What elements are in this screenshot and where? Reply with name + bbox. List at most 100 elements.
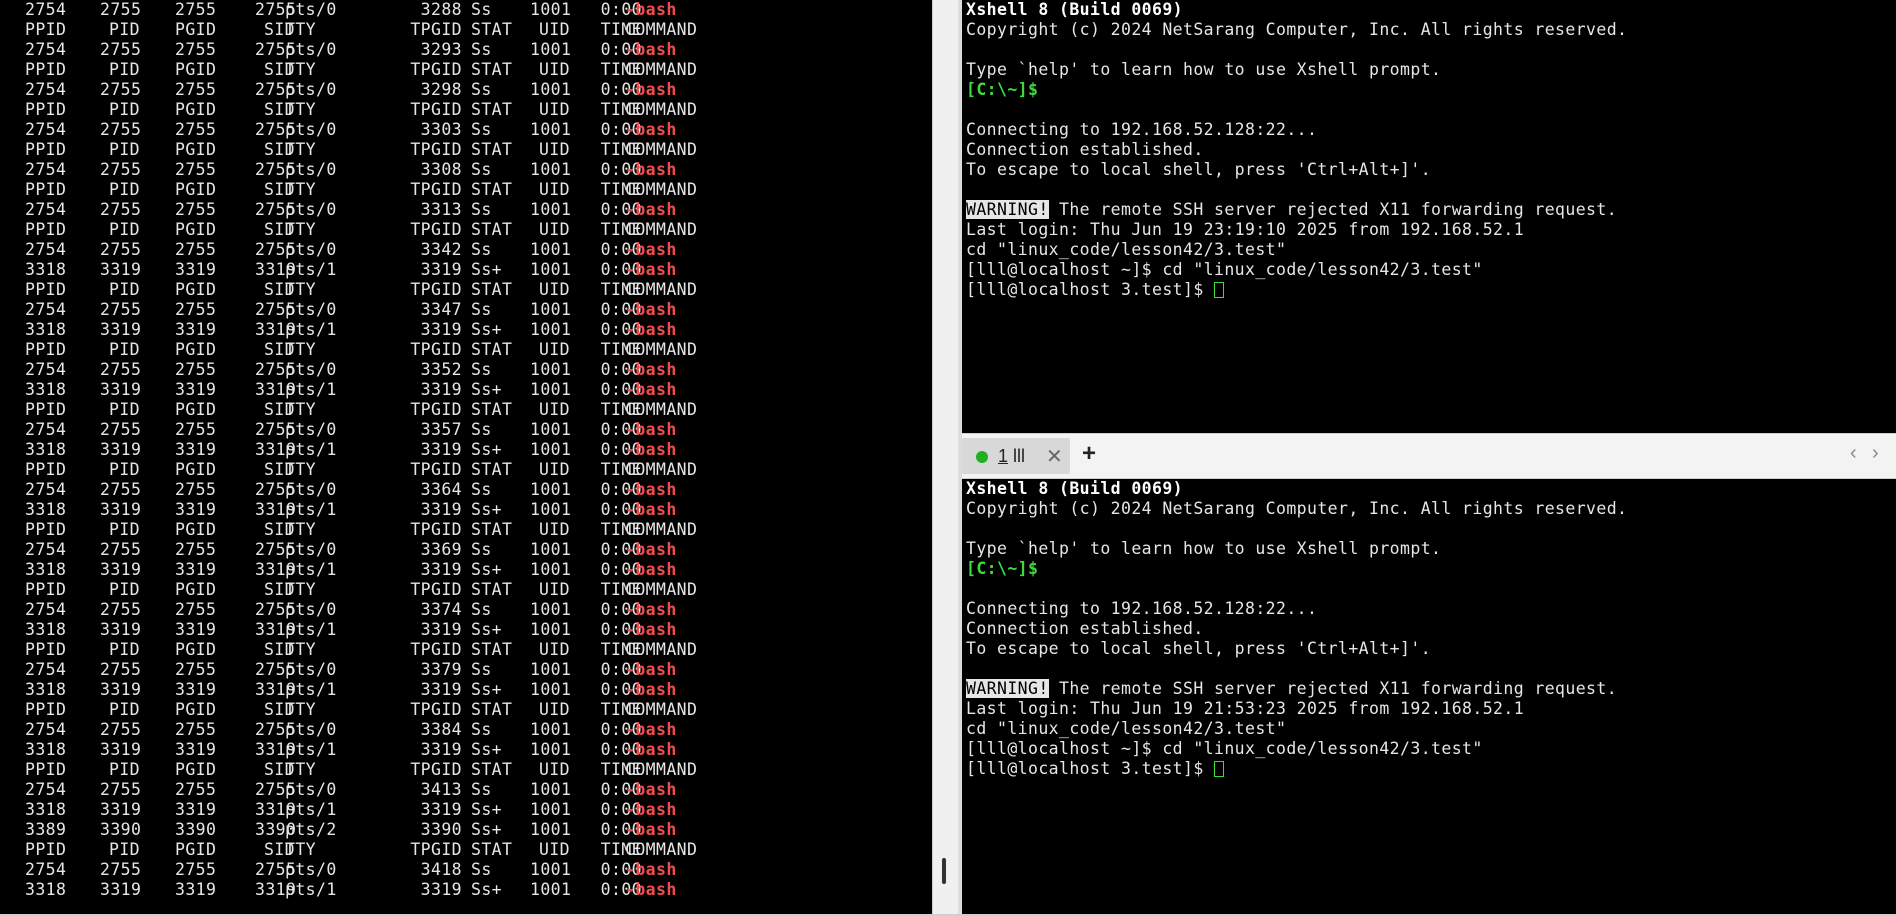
ps-cell-pid: 2755 xyxy=(100,160,142,179)
ps-cell-stat: Ss xyxy=(471,360,492,379)
ps-cell-cmd: COMMAND xyxy=(625,180,698,199)
ps-cell-tpgid: TPGID xyxy=(410,520,462,539)
chevron-left-icon[interactable]: ‹ xyxy=(1850,442,1857,465)
ps-cell-pgid: PGID xyxy=(175,760,217,779)
ps-header-row: PPID PID PGID SID TTY TPGID STAT UID TIME COMMAND xyxy=(25,340,915,360)
ps-cell-tpgid: 3298 xyxy=(420,80,462,99)
right-top-terminal-pane[interactable]: Xshell 8 (Build 0069) Copyright (c) 2024… xyxy=(962,0,1896,433)
ps-cell-tpgid: 3303 xyxy=(420,120,462,139)
ps-cell-stat: Ss xyxy=(471,600,492,619)
ps-cell-ppid: PPID xyxy=(25,700,67,719)
ps-cell-uid: UID xyxy=(538,220,570,239)
escape-hint: To escape to local shell, press 'Ctrl+Al… xyxy=(966,160,1432,179)
ps-cell-ppid: PPID xyxy=(25,400,67,419)
left-terminal-pane[interactable]: 2754 2755 2755 2755 pts/0 3288 Ss 1001 0:00 -bash… xyxy=(0,0,932,916)
ps-cell-cmd: COMMAND xyxy=(625,520,698,539)
current-prompt-line[interactable]: [lll@localhost 3.test]$ xyxy=(966,759,1627,779)
ps-cell-cmd: -bash xyxy=(625,440,677,459)
ps-cell-tpgid: 3384 xyxy=(420,720,462,739)
escape-hint: To escape to local shell, press 'Ctrl+Al… xyxy=(966,639,1432,658)
ps-cell-pgid: PGID xyxy=(175,580,217,599)
ps-cell-cmd: -bash xyxy=(625,380,677,399)
ps-cell-ppid: PPID xyxy=(25,460,67,479)
ps-cell-pid: 2755 xyxy=(100,40,142,59)
ps-cell-pgid: PGID xyxy=(175,140,217,159)
ps-cell-pgid: 3319 xyxy=(175,260,217,279)
ps-cell-tty: TTY xyxy=(285,280,317,299)
ps-header-row: PPID PID PGID SID TTY TPGID STAT UID TIME COMMAND xyxy=(25,180,915,200)
ps-process-row: 2754 2755 2755 2755 pts/0 3293 Ss 1001 0:00 -bash xyxy=(25,40,915,60)
ps-cell-tpgid: 3347 xyxy=(420,300,462,319)
ps-output: 2754 2755 2755 2755 pts/0 3288 Ss 1001 0:00 -bash… xyxy=(25,0,915,900)
ps-header-row: PPID PID PGID SID TTY TPGID STAT UID TIME COMMAND xyxy=(25,60,915,80)
ps-cell-stat: Ss xyxy=(471,80,492,99)
ps-cell-tty: TTY xyxy=(285,840,317,859)
ps-cell-cmd: COMMAND xyxy=(625,400,698,419)
ps-cell-cmd: -bash xyxy=(625,780,677,799)
close-tab-icon[interactable]: ✕ xyxy=(1046,444,1063,469)
ps-process-row: 2754 2755 2755 2755 pts/0 3347 Ss 1001 0:00 -bash xyxy=(25,300,915,320)
ps-cell-stat: STAT xyxy=(471,340,513,359)
ps-cell-ppid: 2754 xyxy=(25,160,67,179)
cd-echo-line: cd "linux_code/lesson42/3.test" xyxy=(966,719,1287,738)
ps-cell-cmd: -bash xyxy=(625,540,677,559)
ps-cell-uid: UID xyxy=(538,520,570,539)
current-prompt-line[interactable]: [lll@localhost 3.test]$ xyxy=(966,280,1627,300)
scrollbar-thumb[interactable] xyxy=(942,858,946,884)
ps-cell-tty: TTY xyxy=(285,220,317,239)
chevron-right-icon[interactable]: › xyxy=(1872,442,1879,465)
ps-cell-cmd: -bash xyxy=(625,260,677,279)
ps-cell-cmd: -bash xyxy=(625,0,677,19)
ps-cell-pid: 3319 xyxy=(100,620,142,639)
warning-text: The remote SSH server rejected X11 forwa… xyxy=(1048,679,1618,698)
ps-cell-tty: pts/1 xyxy=(285,440,337,459)
ps-cell-ppid: 3318 xyxy=(25,740,67,759)
ps-cell-tpgid: TPGID xyxy=(410,100,462,119)
ps-cell-uid: 1001 xyxy=(530,0,572,19)
ps-cell-tty: pts/1 xyxy=(285,380,337,399)
xshell-banner: Xshell 8 (Build 0069) xyxy=(966,0,1184,19)
ps-cell-stat: STAT xyxy=(471,280,513,299)
ps-process-row: 3318 3319 3319 3319 pts/1 3319 Ss+ 1001 0:00 -bas… xyxy=(25,800,915,820)
ps-cell-pid: 2755 xyxy=(100,200,142,219)
ps-cell-pgid: 2755 xyxy=(175,160,217,179)
ps-process-row: 3318 3319 3319 3319 pts/1 3319 Ss+ 1001 0:00 -bas… xyxy=(25,260,915,280)
ps-cell-stat: STAT xyxy=(471,700,513,719)
ps-cell-ppid: PPID xyxy=(25,280,67,299)
ps-cell-tpgid: TPGID xyxy=(410,640,462,659)
add-tab-button[interactable]: + xyxy=(1082,440,1096,468)
ps-cell-stat: Ss xyxy=(471,780,492,799)
ps-cell-pid: PID xyxy=(108,400,140,419)
ps-cell-cmd: -bash xyxy=(625,160,677,179)
ps-cell-pgid: 3319 xyxy=(175,560,217,579)
ps-cell-pgid: 2755 xyxy=(175,720,217,739)
ps-cell-pid: 2755 xyxy=(100,600,142,619)
ps-cell-tty: pts/0 xyxy=(285,160,337,179)
ps-cell-tty: TTY xyxy=(285,140,317,159)
ps-cell-stat: Ss+ xyxy=(471,560,503,579)
right-bottom-terminal-pane[interactable]: Xshell 8 (Build 0069) Copyright (c) 2024… xyxy=(962,479,1896,916)
ps-cell-stat: Ss xyxy=(471,240,492,259)
ps-cell-ppid: PPID xyxy=(25,580,67,599)
ps-process-row: 2754 2755 2755 2755 pts/0 3384 Ss 1001 0:00 -bash xyxy=(25,720,915,740)
ps-cell-pid: PID xyxy=(108,580,140,599)
ps-cell-uid: 1001 xyxy=(530,740,572,759)
ps-cell-tpgid: 3369 xyxy=(420,540,462,559)
ps-cell-tpgid: 3308 xyxy=(420,160,462,179)
ps-cell-tpgid: 3364 xyxy=(420,480,462,499)
ps-cell-tpgid: 3319 xyxy=(420,380,462,399)
ps-cell-stat: Ss+ xyxy=(471,260,503,279)
ps-cell-cmd: COMMAND xyxy=(625,760,698,779)
ps-cell-pid: PID xyxy=(108,100,140,119)
ps-header-row: PPID PID PGID SID TTY TPGID STAT UID TIME COMMAND xyxy=(25,280,915,300)
left-terminal-scrollbar[interactable] xyxy=(932,0,959,916)
ps-cell-tpgid: 3288 xyxy=(420,0,462,19)
session-tab-lll[interactable]: 1 lll ✕ xyxy=(962,438,1070,474)
ps-cell-uid: UID xyxy=(538,460,570,479)
ps-cell-pgid: 2755 xyxy=(175,540,217,559)
ps-cell-ppid: 3318 xyxy=(25,380,67,399)
ps-cell-ppid: 3318 xyxy=(25,880,67,899)
ps-cell-pid: 3319 xyxy=(100,320,142,339)
ps-cell-tpgid: 3319 xyxy=(420,620,462,639)
ps-cell-ppid: 2754 xyxy=(25,80,67,99)
